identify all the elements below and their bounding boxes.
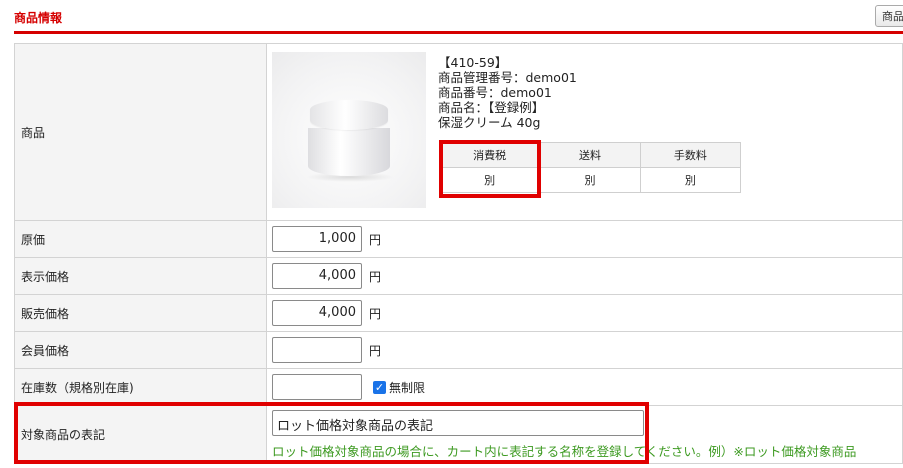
section-header: 商品情報 商品 <box>14 0 903 34</box>
tax-header-shipping: 送料 <box>539 142 641 168</box>
product-info: 【410-59】 商品管理番号：demo01 商品番号：demo01 商品名：【… <box>438 55 577 130</box>
product-name: 商品名：【登録例】 <box>438 100 545 115</box>
sale-price-input[interactable]: 4,000 <box>272 300 362 326</box>
tax-value-fee: 別 <box>639 167 742 193</box>
product-image <box>272 52 426 208</box>
row-stock: 在庫数（規格別在庫) ✓ 無制限 <box>14 368 903 406</box>
stock-input[interactable] <box>272 374 362 400</box>
tax-header-fee: 手数料 <box>639 142 742 168</box>
display-price-unit: 円 <box>369 269 382 284</box>
sale-price-unit: 円 <box>369 306 382 321</box>
product-name-detail: 保湿クリーム 40g <box>438 115 541 130</box>
display-price-input[interactable]: 4,000 <box>272 263 362 289</box>
target-label-highlight <box>14 402 649 464</box>
product-management-number: 商品管理番号：demo01 <box>438 70 577 85</box>
product-code: 【410-59】 <box>438 55 508 70</box>
label-product: 商品 <box>14 43 267 221</box>
tax-value-shipping: 別 <box>539 167 641 193</box>
label-display-price: 表示価格 <box>14 257 267 295</box>
label-member-price: 会員価格 <box>14 331 267 369</box>
product-form-table: 商品 【410-59】 商品管理番号：demo01 商品番号：demo01 商品… <box>14 43 903 464</box>
product-number: 商品番号：demo01 <box>438 85 552 100</box>
unlimited-checkbox[interactable]: ✓ <box>373 380 386 394</box>
top-right-button[interactable]: 商品 <box>875 5 903 27</box>
unlimited-label: 無制限 <box>389 380 426 395</box>
consumption-tax-highlight <box>439 140 541 198</box>
label-sale-price: 販売価格 <box>14 294 267 332</box>
member-price-unit: 円 <box>369 343 382 358</box>
row-product: 商品 【410-59】 商品管理番号：demo01 商品番号：demo01 商品… <box>14 43 903 221</box>
label-cost-price: 原価 <box>14 220 267 258</box>
section-title: 商品情報 <box>14 11 63 25</box>
label-stock: 在庫数（規格別在庫) <box>14 368 267 406</box>
row-cost-price: 原価 1,000 円 <box>14 220 903 258</box>
row-member-price: 会員価格 円 <box>14 331 903 369</box>
row-sale-price: 販売価格 4,000 円 <box>14 294 903 332</box>
member-price-input[interactable] <box>272 337 362 363</box>
row-display-price: 表示価格 4,000 円 <box>14 257 903 295</box>
cost-price-unit: 円 <box>369 232 382 247</box>
product-cell: 【410-59】 商品管理番号：demo01 商品番号：demo01 商品名：【… <box>266 43 903 221</box>
cost-price-input[interactable]: 1,000 <box>272 226 362 252</box>
